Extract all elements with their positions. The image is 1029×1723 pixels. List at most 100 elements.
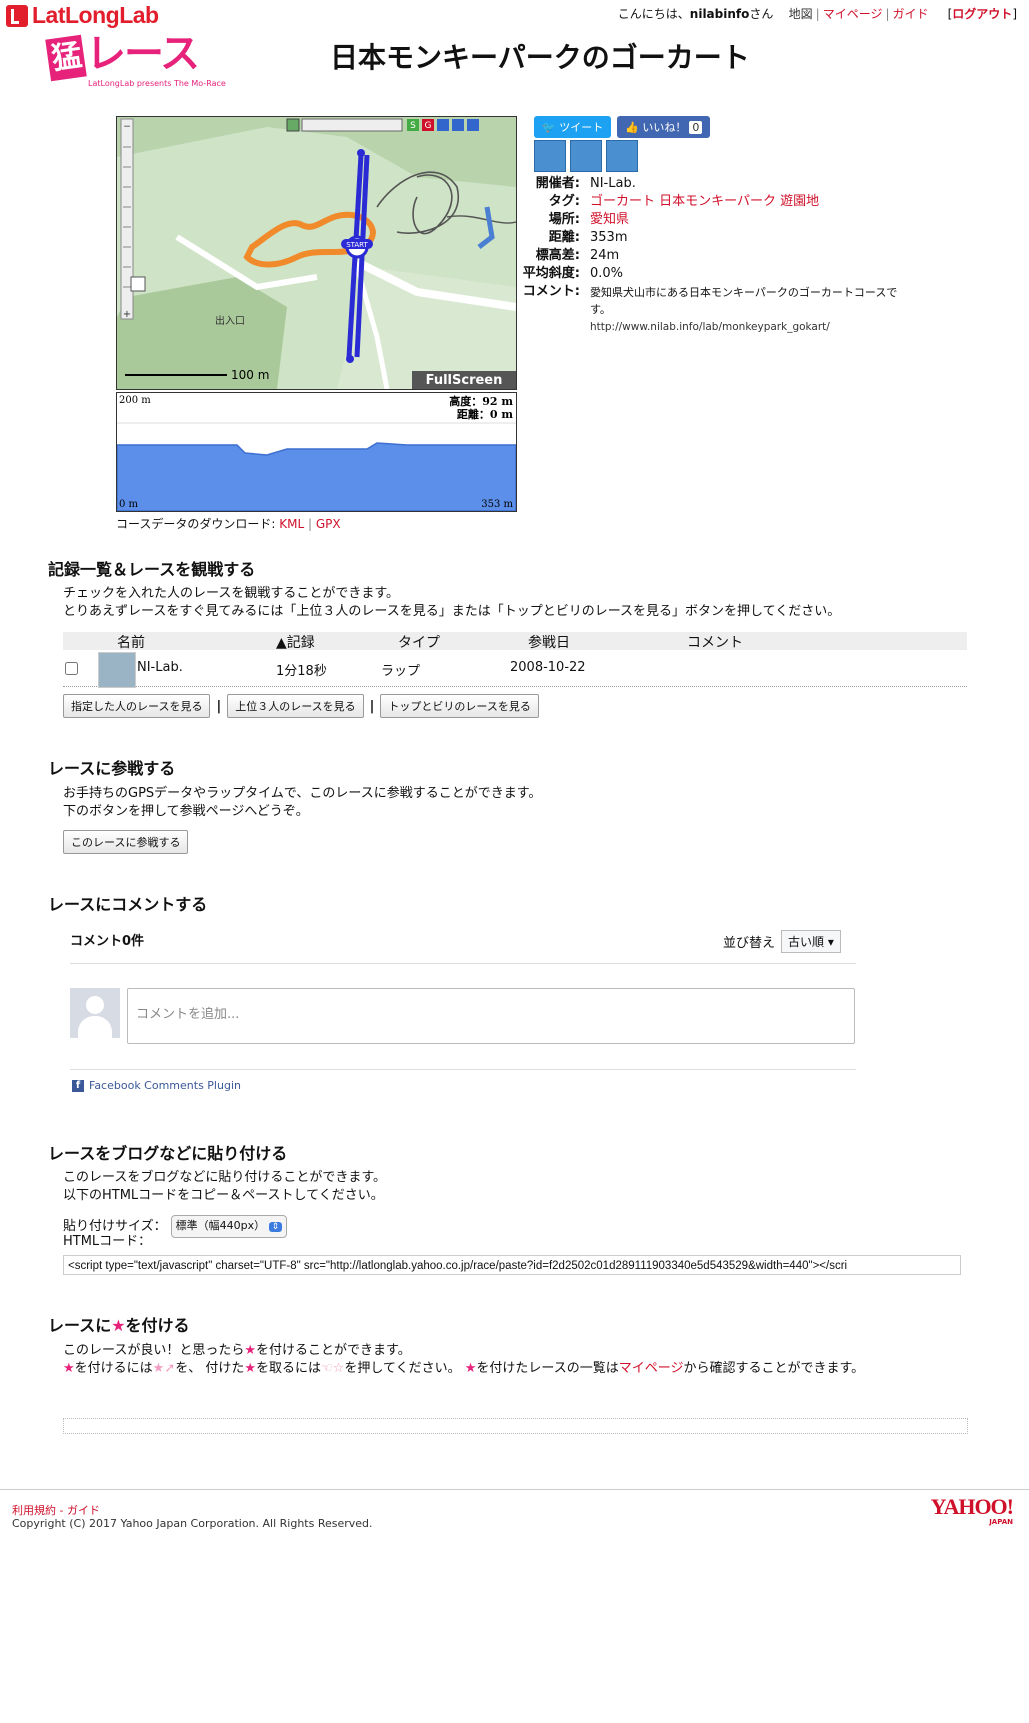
nav-guide-link[interactable]: ガイド	[893, 7, 929, 21]
like-button[interactable]: 👍 いいね！ 0	[617, 116, 711, 138]
comment-url-link[interactable]: http://www.nilab.info/lab/monkeypark_gok…	[590, 321, 830, 333]
watch-selected-button[interactable]: 指定した人のレースを見る	[63, 694, 211, 718]
race-logo-sub: LatLongLab presents The Mo-Race	[88, 79, 226, 88]
record-name: NI-Lab.	[137, 660, 183, 675]
download-gpx-link[interactable]: GPX	[316, 517, 341, 531]
star-desc1-pre: このレースが良い！と思ったら	[63, 1343, 245, 1358]
elevation-type-icon	[606, 140, 638, 172]
course-map[interactable]: START 出入口 − + S G 100 m FullScreen	[116, 116, 517, 390]
comment-sort: 並び替え 古い順 ▾	[723, 930, 841, 953]
greeting-suffix: さん	[749, 7, 774, 21]
star-icon: ★	[111, 1316, 126, 1335]
zoom-in-icon[interactable]: +	[123, 309, 131, 320]
race-logo-mo: 猛	[45, 34, 87, 82]
race-type-icons	[534, 140, 638, 172]
g-button[interactable]: G	[425, 121, 432, 131]
terms-link[interactable]: 利用規約	[12, 1504, 56, 1517]
play-icon[interactable]	[286, 118, 300, 132]
footer-guide-link[interactable]: ガイド	[67, 1504, 100, 1517]
star-title-pre: レースに	[48, 1316, 112, 1335]
twitter-bird-icon: 🐦	[542, 121, 556, 134]
embed-desc-line2: 以下のHTMLコードをコピー＆ペーストしてください。	[63, 1188, 384, 1203]
add-star-icon: ★➚	[152, 1361, 176, 1376]
comment-composer: コメントを追加...	[70, 988, 856, 1046]
facebook-plugin-credit[interactable]: f Facebook Comments Plugin	[72, 1079, 241, 1092]
comment-title: レースにコメントする	[48, 895, 208, 914]
star-desc2-c: を取るには	[256, 1361, 322, 1376]
col-comment[interactable]: コメント	[687, 632, 743, 652]
distance-value: 353m	[590, 230, 628, 245]
records-desc: チェックを入れた人のレースを観戦することができます。 とりあえずレースをすぐ見て…	[63, 585, 840, 621]
star-list-box	[63, 1418, 968, 1434]
mypage-link[interactable]: マイページ	[619, 1361, 684, 1376]
social-buttons: 🐦 ツイート 👍 いいね！ 0	[534, 116, 711, 138]
latlonglab-logo[interactable]: LatLongLab	[6, 2, 159, 29]
yahoo-logo[interactable]: YAHOO! JAPAN	[931, 1496, 1014, 1527]
s-button[interactable]: S	[410, 121, 416, 131]
settings-icon[interactable]	[467, 119, 479, 131]
star-title-post: を付ける	[125, 1316, 190, 1335]
records-desc-line2: とりあえずレースをすぐ見てみるには「上位３人のレースを見る」または「トップとビリ…	[63, 604, 841, 619]
playback-bar[interactable]	[301, 118, 403, 132]
start-label: START	[346, 241, 368, 249]
place-link[interactable]: 愛知県	[590, 212, 629, 227]
layer-icon[interactable]	[437, 119, 449, 131]
download-sep: |	[304, 517, 316, 531]
copyright: Copyright (C) 2017 Yahoo Japan Corporati…	[12, 1517, 373, 1530]
profile-max-label: 200 m	[119, 395, 151, 406]
record-checkbox[interactable]	[65, 662, 78, 675]
col-record[interactable]: ▲記録	[276, 632, 315, 652]
col-date[interactable]: 参戦日	[528, 632, 570, 652]
records-title: 記録一覧＆レースを観戦する	[48, 560, 256, 579]
download-kml-link[interactable]: KML	[279, 517, 304, 531]
race-logo-text: レース	[86, 31, 200, 77]
race-logo[interactable]: 猛レース LatLongLab presents The Mo-Race	[45, 31, 226, 88]
watch-top3-button[interactable]: 上位３人のレースを見る	[227, 694, 364, 718]
comment-count: コメント0件	[70, 934, 145, 949]
nav-map-link[interactable]: 地図	[789, 7, 813, 21]
elevation-profile-svg: 200 m 0 m 353 m 高度：92 m 距離：0 m	[117, 393, 516, 511]
elevation-profile[interactable]: 200 m 0 m 353 m 高度：92 m 距離：0 m	[116, 392, 517, 512]
star-icon: ★	[244, 1343, 257, 1358]
comment-value: 愛知県犬山市にある日本モンキーパークのゴーカートコースです。	[590, 286, 898, 316]
col-type[interactable]: タイプ	[398, 632, 440, 652]
embed-code-field[interactable]: <script type="text/javascript" charset="…	[63, 1255, 961, 1275]
tag-link[interactable]: 遊園地	[780, 194, 819, 209]
sort-select[interactable]: 古い順 ▾	[781, 930, 841, 953]
records-desc-line1: チェックを入れた人のレースを観戦することができます。	[63, 586, 400, 601]
photo-icon[interactable]	[452, 119, 464, 131]
table-row: NI-Lab. 1分18秒 ラップ 2008-10-22	[63, 652, 967, 688]
profile-distance-end: 353 m	[481, 499, 513, 510]
slope-key: 平均斜度:	[522, 266, 580, 281]
yahoo-logo-sub: JAPAN	[989, 1518, 1013, 1526]
facebook-icon: f	[72, 1079, 84, 1092]
nav-mypage-link[interactable]: マイページ	[823, 7, 883, 21]
facebook-plugin-label: Facebook Comments Plugin	[89, 1079, 241, 1092]
col-name[interactable]: 名前	[117, 632, 145, 652]
star-desc2-f: から確認することができます。	[683, 1361, 865, 1376]
like-label: いいね！	[642, 121, 687, 134]
username: nilabinfo	[689, 7, 750, 21]
distance-key: 距離:	[548, 230, 580, 245]
star-icon: ★	[244, 1361, 257, 1376]
tag-link[interactable]: ゴーカート	[590, 194, 655, 209]
site-logo-text: LatLongLab	[32, 2, 159, 28]
latlonglab-logo-icon	[6, 4, 28, 27]
comment-input[interactable]: コメントを追加...	[127, 988, 855, 1044]
star-desc1-post: を付けることができます。	[256, 1343, 411, 1358]
star-desc: このレースが良い！と思ったら★を付けることができます。 ★を付けるには★➚を、 …	[63, 1342, 963, 1378]
star-icon: ★	[464, 1361, 477, 1376]
zoom-out-icon[interactable]: −	[123, 122, 131, 132]
profile-min-label: 0 m	[119, 499, 139, 510]
hand-icon[interactable]	[130, 276, 146, 292]
tweet-button[interactable]: 🐦 ツイート	[534, 116, 612, 138]
profile-altitude: 高度：92 m	[449, 394, 513, 408]
join-race-button[interactable]: このレースに参戦する	[63, 830, 189, 854]
tag-link[interactable]: 日本モンキーパーク	[659, 194, 776, 209]
records-buttons: 指定した人のレースを見る | 上位３人のレースを見る | トップとビリのレースを…	[63, 694, 539, 718]
embed-size-select[interactable]: 標準（幅440px） ⇕	[170, 1215, 288, 1238]
fullscreen-button[interactable]: FullScreen	[426, 373, 503, 388]
logout-link[interactable]: ログアウト	[952, 7, 1012, 21]
slope-value: 0.0%	[590, 266, 624, 281]
watch-top-bottom-button[interactable]: トップとビリのレースを見る	[380, 694, 539, 718]
